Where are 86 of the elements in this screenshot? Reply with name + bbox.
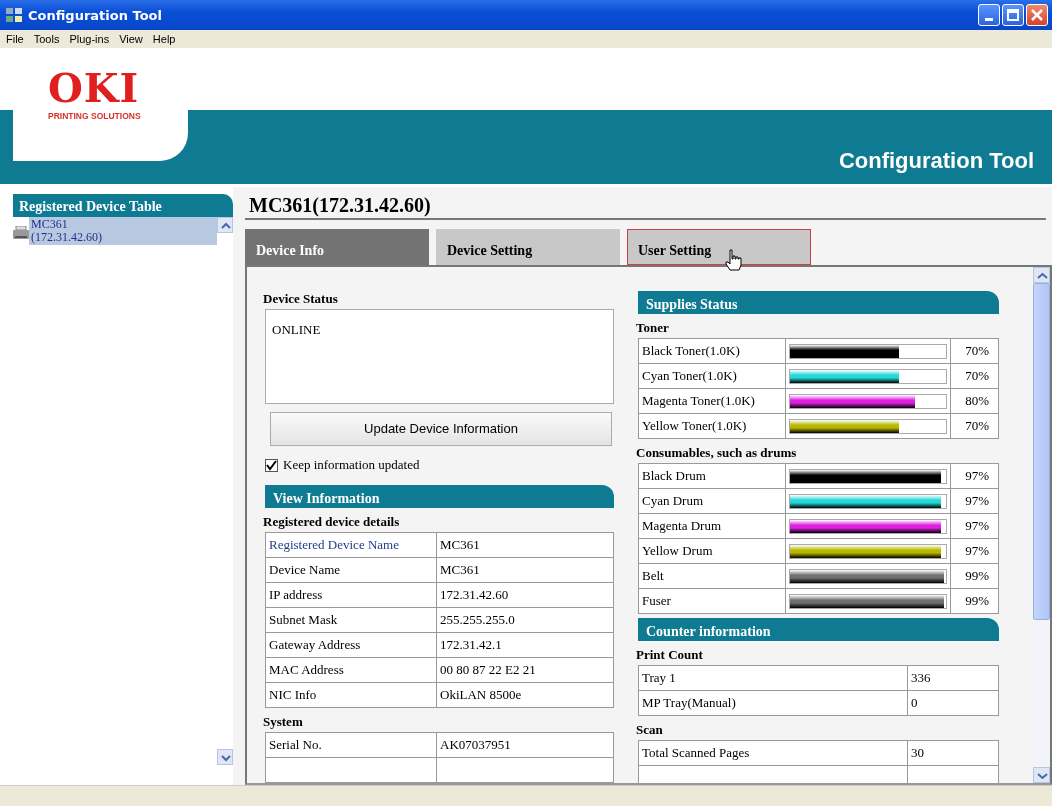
maximize-icon — [1007, 9, 1019, 21]
subsection-label: Registered device details — [263, 514, 401, 530]
table-cell: MC361 — [436, 557, 614, 583]
table-cell: 99% — [950, 563, 999, 589]
table-cell: Device Name — [265, 557, 437, 583]
table-cell: Belt — [638, 563, 786, 589]
subsection-label: Toner — [636, 320, 670, 336]
section-label: Device Status — [263, 291, 339, 307]
table-cell: 336 — [907, 665, 999, 691]
header-title: Configuration Tool — [838, 148, 1034, 174]
tab[interactable]: Device Setting — [436, 229, 620, 265]
table-cell: 97% — [950, 538, 999, 564]
section-header: View Information — [265, 485, 614, 508]
tab[interactable]: User Setting — [627, 229, 811, 265]
table-cell: 70% — [950, 363, 999, 389]
table-cell: Gateway Address — [265, 632, 437, 658]
table-cell: MC361 — [436, 532, 614, 558]
logo: OKI — [48, 68, 140, 108]
table-cell: 255.255.255.0 — [436, 607, 614, 633]
table-cell: Serial No. — [265, 732, 437, 758]
tab[interactable]: Device Info — [245, 229, 429, 265]
table-cell: Black Drum — [638, 463, 786, 489]
table-cell: 0 — [907, 690, 999, 716]
menu-item[interactable]: File — [6, 33, 24, 45]
menu-item[interactable]: View — [119, 33, 143, 45]
table-cell: Cyan Drum — [638, 488, 786, 514]
device-list-item[interactable]: MC361 (172.31.42.60) — [29, 217, 217, 245]
table-cell: Black Toner(1.0K) — [638, 338, 786, 364]
table-cell: 97% — [950, 488, 999, 514]
table-cell: Total Scanned Pages — [638, 740, 908, 766]
subsection-label: Print Count — [636, 647, 704, 663]
close-icon — [1031, 9, 1043, 21]
sidebar-header: Registered Device Table — [13, 194, 233, 217]
scrollbar[interactable] — [217, 217, 233, 765]
table-cell: 80% — [950, 388, 999, 414]
checkbox[interactable] — [265, 458, 278, 472]
menu-item[interactable]: Help — [152, 33, 176, 45]
table-cell: 70% — [950, 413, 999, 439]
logo-tagline: PRINTING SOLUTIONS — [48, 111, 141, 121]
table-cell: IP address — [265, 582, 437, 608]
table-cell: MP Tray(Manual) — [638, 690, 908, 716]
table-cell: 99% — [950, 588, 999, 614]
scrollbar[interactable] — [1033, 267, 1050, 783]
printer-icon — [13, 226, 29, 240]
device-title: MC361(172.31.42.60) — [245, 187, 1046, 220]
table-cell: MAC Address — [265, 657, 437, 683]
checkbox-label: Keep information updated — [283, 457, 420, 473]
scroll-down-icon[interactable] — [217, 749, 233, 765]
menu-item[interactable]: Plug-ins — [69, 33, 110, 45]
scroll-up-icon[interactable] — [217, 217, 233, 233]
table-cell: Magenta Toner(1.0K) — [638, 388, 786, 414]
scroll-up-icon[interactable] — [1033, 267, 1050, 283]
table-cell: 00 80 87 22 E2 21 — [436, 657, 614, 683]
scroll-thumb[interactable] — [1033, 283, 1050, 620]
status-text: ONLINE — [272, 322, 321, 337]
table-cell: Fuser — [638, 588, 786, 614]
close-button[interactable] — [1026, 4, 1048, 26]
table-cell: Tray 1 — [638, 665, 908, 691]
table-cell: 97% — [950, 513, 999, 539]
table-cell: Yellow Toner(1.0K) — [638, 413, 786, 439]
minimize-button[interactable] — [978, 4, 1000, 26]
maximize-button[interactable] — [1002, 4, 1024, 26]
table-cell: Yellow Drum — [638, 538, 786, 564]
subsection-label: System — [263, 714, 304, 730]
table-cell: 70% — [950, 338, 999, 364]
subsection-label: Scan — [636, 722, 664, 738]
table-cell: Registered Device Name — [265, 532, 437, 558]
menu-item[interactable]: Tools — [33, 33, 60, 45]
update-button[interactable]: Update Device Information — [270, 411, 612, 446]
section-header: Supplies Status — [638, 291, 999, 314]
table-cell: Subnet Mask — [265, 607, 437, 633]
table-cell: 97% — [950, 463, 999, 489]
app-icon — [6, 8, 22, 22]
table-cell: AK07037951 — [436, 732, 614, 758]
table-cell: OkiLAN 8500e — [436, 682, 614, 708]
table-cell: 172.31.42.60 — [436, 582, 614, 608]
table-cell: Cyan Toner(1.0K) — [638, 363, 786, 389]
table-cell: 30 — [907, 740, 999, 766]
table-cell: Magenta Drum — [638, 513, 786, 539]
subsection-label: Consumables, such as drums — [636, 445, 798, 461]
section-header: Counter information — [638, 618, 999, 641]
table-cell: NIC Info — [265, 682, 437, 708]
window-title: Configuration Tool — [28, 7, 162, 23]
minimize-icon — [985, 17, 993, 21]
scroll-down-icon[interactable] — [1033, 767, 1050, 783]
table-cell: 172.31.42.1 — [436, 632, 614, 658]
